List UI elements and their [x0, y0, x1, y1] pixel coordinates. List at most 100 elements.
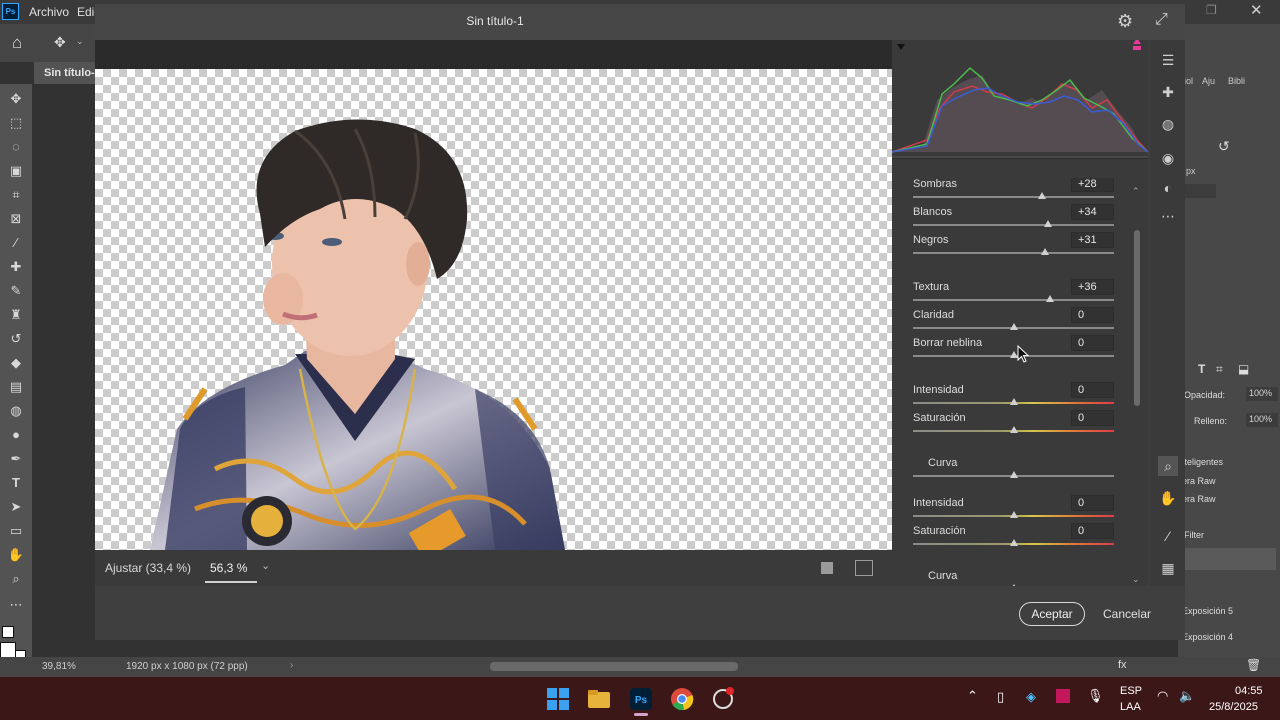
- volume-icon[interactable]: 🔈: [1179, 688, 1195, 704]
- security-icon[interactable]: ◈: [1026, 689, 1036, 705]
- slider-thumb[interactable]: [1009, 398, 1018, 405]
- language-region[interactable]: LAA: [1120, 701, 1141, 713]
- layer-item[interactable]: era Raw: [1182, 476, 1216, 486]
- accept-button[interactable]: Aceptar: [1019, 602, 1085, 626]
- zoom-tool-icon[interactable]: ⌕: [6, 570, 26, 588]
- scroll-down-icon[interactable]: ⌄: [1132, 574, 1142, 584]
- foreground-color-swatch[interactable]: [2, 626, 14, 638]
- move-tool-icon[interactable]: ✥: [54, 34, 66, 51]
- cancel-button[interactable]: Cancelar: [1095, 602, 1159, 626]
- close-icon[interactable]: ✕: [1250, 1, 1263, 19]
- fullscreen-icon[interactable]: ⤢: [1155, 11, 1168, 29]
- unit-field[interactable]: [1182, 184, 1216, 198]
- app-tray-icon[interactable]: [1056, 689, 1070, 703]
- chrome-icon[interactable]: [670, 687, 694, 711]
- crop-tool-icon[interactable]: ⌗: [6, 186, 26, 204]
- panel-tab-adjustments[interactable]: Aju: [1202, 76, 1215, 86]
- wifi-icon[interactable]: ◠: [1157, 688, 1168, 704]
- slider-value-field[interactable]: 0: [1071, 410, 1114, 426]
- slider-thumb[interactable]: [1040, 248, 1049, 255]
- slider-value-field[interactable]: 0: [1071, 495, 1114, 511]
- file-explorer-icon[interactable]: [587, 687, 611, 711]
- more-tools-icon[interactable]: ⋯: [6, 596, 26, 614]
- horizontal-scrollbar[interactable]: [490, 662, 738, 671]
- presets-icon[interactable]: ◐: [1158, 178, 1178, 198]
- layer-item[interactable]: ıteligentes: [1182, 457, 1223, 467]
- slider-thumb[interactable]: [1009, 323, 1018, 330]
- mask-icon[interactable]: ◍: [1158, 114, 1178, 134]
- slider-track[interactable]: [913, 299, 1114, 301]
- foreground-color-box[interactable]: [0, 642, 16, 658]
- document-tab[interactable]: Sin título-: [34, 62, 96, 84]
- single-view-icon[interactable]: [821, 562, 833, 574]
- move-tool-icon[interactable]: ✥: [6, 90, 26, 108]
- panel-tab-color[interactable]: iol: [1184, 76, 1193, 86]
- slider-value-field[interactable]: +36: [1071, 279, 1114, 295]
- color-sampler-icon[interactable]: ⁄: [1158, 526, 1178, 546]
- zoom-current-value[interactable]: 56,3 %: [210, 561, 247, 575]
- frame-tool-icon[interactable]: ⊠: [6, 210, 26, 228]
- marquee-tool-icon[interactable]: ⬚: [6, 114, 26, 132]
- tray-chevron-up-icon[interactable]: ⌃: [967, 688, 978, 704]
- slider-thumb[interactable]: [1009, 471, 1018, 478]
- slider-value-field[interactable]: 0: [1071, 335, 1114, 351]
- healing-brush-icon[interactable]: ✚: [6, 258, 26, 276]
- slider-value-field[interactable]: +28: [1071, 178, 1114, 192]
- type-tool-icon[interactable]: T: [6, 474, 26, 492]
- eyedropper-icon[interactable]: ⁄: [6, 234, 26, 252]
- home-icon[interactable]: ⌂: [12, 33, 22, 53]
- eraser-tool-icon[interactable]: ◆: [6, 354, 26, 372]
- gradient-tool-icon[interactable]: ▤: [6, 378, 26, 396]
- brush-tool-icon[interactable]: ✎: [6, 282, 26, 300]
- layer-item[interactable]: Filter: [1184, 530, 1204, 540]
- slider-value-field[interactable]: 0: [1071, 523, 1114, 539]
- grid-icon[interactable]: ▦: [1158, 558, 1178, 578]
- hand-tool-icon[interactable]: ✋: [6, 546, 26, 564]
- select-subject-icon[interactable]: ▣: [6, 162, 26, 180]
- edit-sliders-icon[interactable]: ☰: [1158, 50, 1178, 70]
- rectangle-tool-icon[interactable]: ▭: [6, 522, 26, 540]
- stamp-tool-icon[interactable]: ♜: [6, 306, 26, 324]
- fx-icon[interactable]: fx: [1118, 659, 1127, 671]
- blur-tool-icon[interactable]: ◍: [6, 402, 26, 420]
- recording-app-icon[interactable]: [711, 687, 735, 711]
- slider-thumb[interactable]: [1009, 539, 1018, 546]
- image-canvas[interactable]: [95, 40, 892, 550]
- slider-thumb[interactable]: [1009, 584, 1018, 586]
- slider-track[interactable]: [913, 196, 1114, 198]
- slider-thumb[interactable]: [1009, 511, 1018, 518]
- slider-value-field[interactable]: 0: [1071, 307, 1114, 323]
- restore-icon[interactable]: ❐: [1206, 3, 1217, 17]
- selected-layer-highlight[interactable]: [1184, 548, 1276, 570]
- scroll-up-icon[interactable]: ⌃: [1132, 186, 1142, 196]
- settings-gear-icon[interactable]: ⚙: [1117, 11, 1133, 32]
- zoom-fit-option[interactable]: Ajustar (33,4 %): [105, 561, 191, 575]
- path-select-icon[interactable]: ➤: [6, 498, 26, 516]
- slider-thumb[interactable]: [1037, 192, 1046, 199]
- lock-icon[interactable]: ⬓: [1238, 362, 1249, 376]
- trash-icon[interactable]: 🗑: [1246, 658, 1261, 672]
- zoom-dropdown-icon[interactable]: ⌄: [261, 559, 270, 572]
- layer-item[interactable]: Exposición 5: [1182, 606, 1233, 616]
- dodge-tool-icon[interactable]: ●: [6, 426, 26, 444]
- hand-icon[interactable]: ✋: [1158, 488, 1178, 508]
- windows-start-icon[interactable]: [546, 687, 570, 711]
- transform-icon[interactable]: ⌗: [1216, 362, 1223, 377]
- slider-value-field[interactable]: 0: [1071, 382, 1114, 398]
- slider-value-field[interactable]: +34: [1071, 204, 1114, 220]
- fill-field[interactable]: 100%: [1246, 413, 1278, 427]
- layer-item[interactable]: Exposición 4: [1182, 632, 1233, 642]
- slider-thumb[interactable]: [1043, 220, 1052, 227]
- type-layer-icon[interactable]: T: [1198, 362, 1205, 376]
- lasso-tool-icon[interactable]: ◌: [6, 138, 26, 156]
- slider-track[interactable]: [913, 252, 1114, 254]
- zoom-icon[interactable]: ⌕: [1158, 456, 1178, 476]
- clock-date[interactable]: 25/8/2025: [1209, 701, 1258, 713]
- rotate-icon[interactable]: ↺: [1218, 138, 1230, 155]
- panel-scrollbar-thumb[interactable]: [1134, 230, 1140, 406]
- history-brush-icon[interactable]: ↺: [6, 330, 26, 348]
- language-code[interactable]: ESP: [1120, 685, 1142, 697]
- slider-track[interactable]: [913, 224, 1114, 226]
- more-options-icon[interactable]: ⋯: [1158, 206, 1178, 226]
- photoshop-taskbar-icon[interactable]: Ps: [629, 687, 653, 711]
